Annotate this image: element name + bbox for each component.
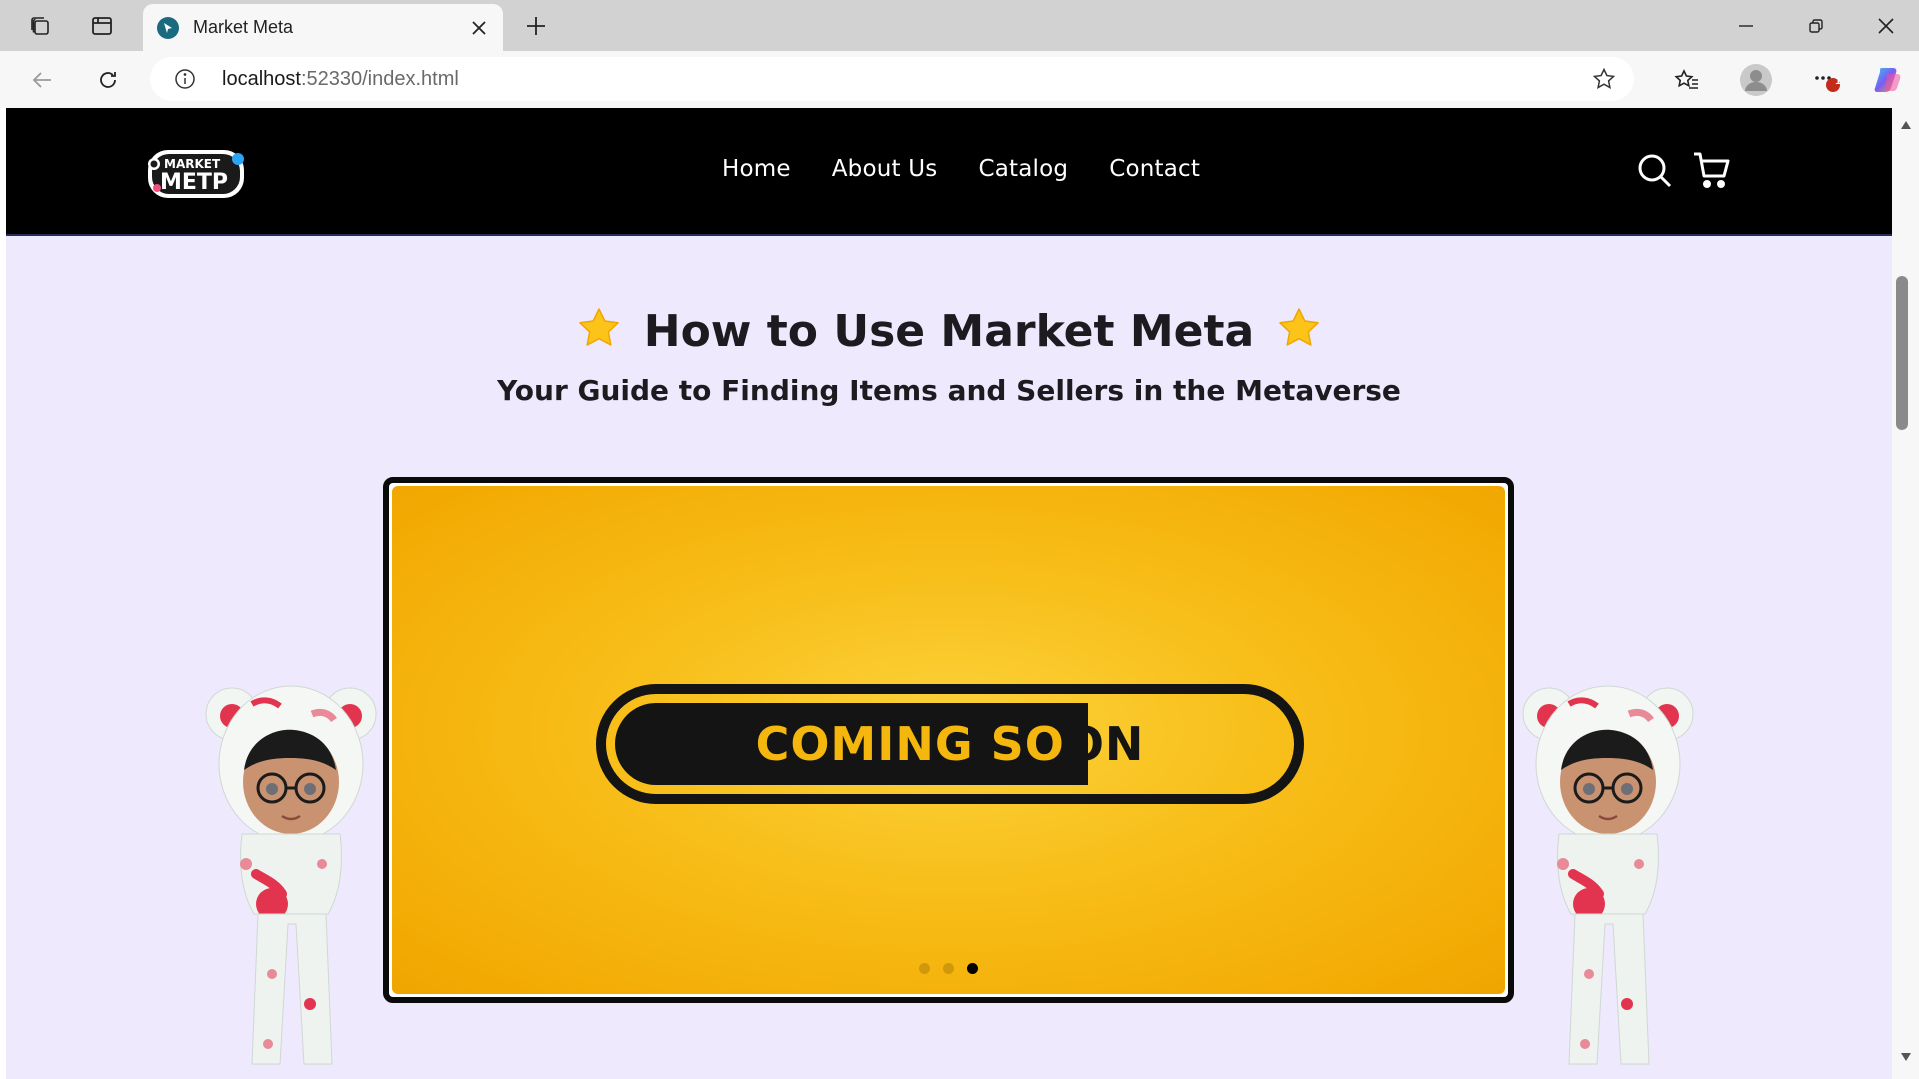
page-scrollbar[interactable] [1892,108,1919,1079]
more-icon[interactable]: 1 [1804,51,1848,108]
browser-toolbar: localhost:52330/index.html 1 [0,51,1919,108]
coming-soon-text: COMING SO ON [606,694,1294,794]
carousel-dots [392,963,1505,974]
address-bar[interactable]: localhost:52330/index.html [150,57,1634,101]
star-outline-icon[interactable] [1592,67,1616,96]
profile-icon[interactable] [1734,51,1778,108]
avatar-right [1519,674,1697,1079]
svg-text:MARKET: MARKET [164,157,221,171]
headline-row: How to Use Market Meta [6,306,1892,357]
search-icon[interactable] [1634,150,1674,190]
page-title: How to Use Market Meta [643,306,1255,357]
scroll-down-icon[interactable] [1900,1052,1912,1062]
coming-soon-text-dark: ON [1064,717,1145,771]
page-subtitle: Your Guide to Finding Items and Sellers … [497,374,1401,407]
copilot-icon[interactable] [1866,51,1910,108]
browser-tab[interactable]: Market Meta [143,4,503,51]
nav-contact[interactable]: Contact [1109,156,1200,182]
svg-text:METP: METP [160,170,228,195]
nav-about-us[interactable]: About Us [832,156,938,182]
market-meta-logo[interactable]: MARKET METP [142,144,252,206]
nav-home[interactable]: Home [722,156,791,182]
coming-soon-text-light: COMING SO [755,717,1065,771]
page-viewport: MARKET METP Home About Us Catalog Contac… [6,108,1892,1079]
tab-actions-icon[interactable] [80,0,124,51]
site-header: MARKET METP Home About Us Catalog Contac… [6,108,1892,236]
tab-title: Market Meta [193,17,294,37]
favorites-icon[interactable] [1665,51,1709,108]
notification-badge: 1 [1835,76,1841,87]
url-path: :52330/index.html [300,68,459,90]
main-nav: Home About Us Catalog Contact [722,156,1200,182]
plus-icon[interactable] [515,6,557,46]
minimize-icon[interactable] [1724,0,1768,51]
refresh-icon[interactable] [86,51,130,108]
scrollbar-thumb[interactable] [1896,276,1908,430]
nav-catalog[interactable]: Catalog [978,156,1068,182]
carousel-dot-1[interactable] [919,963,930,974]
info-icon[interactable] [174,68,196,95]
cart-icon[interactable] [1692,150,1732,190]
url-host: localhost [222,68,301,90]
scroll-up-icon[interactable] [1900,120,1912,130]
carousel-dot-2[interactable] [943,963,954,974]
workspaces-icon[interactable] [18,0,62,51]
carousel-dot-3[interactable] [967,963,978,974]
star-icon [576,306,622,357]
window-close-icon[interactable] [1864,0,1908,51]
restore-icon[interactable] [1794,0,1838,51]
browser-tab-bar: Market Meta [0,0,1919,51]
guide-carousel[interactable]: COMING SO ON [383,477,1514,1003]
url-text: localhost:52330/index.html [222,68,459,91]
site-favicon-icon [157,16,179,39]
coming-soon-badge: COMING SO ON [596,684,1304,804]
carousel-slide: COMING SO ON [392,486,1505,994]
back-icon[interactable] [20,51,64,108]
close-icon[interactable] [459,8,499,48]
star-icon [1276,306,1322,357]
avatar-left [202,674,380,1079]
